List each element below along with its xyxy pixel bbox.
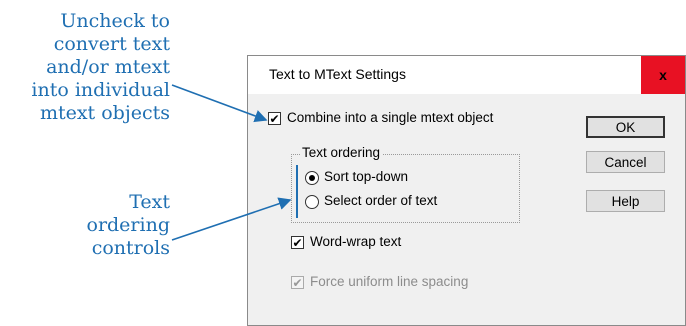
callout-arrows <box>171 84 298 241</box>
callout-arrow-ordering <box>171 197 292 241</box>
callout-arrow-combine <box>171 84 268 123</box>
